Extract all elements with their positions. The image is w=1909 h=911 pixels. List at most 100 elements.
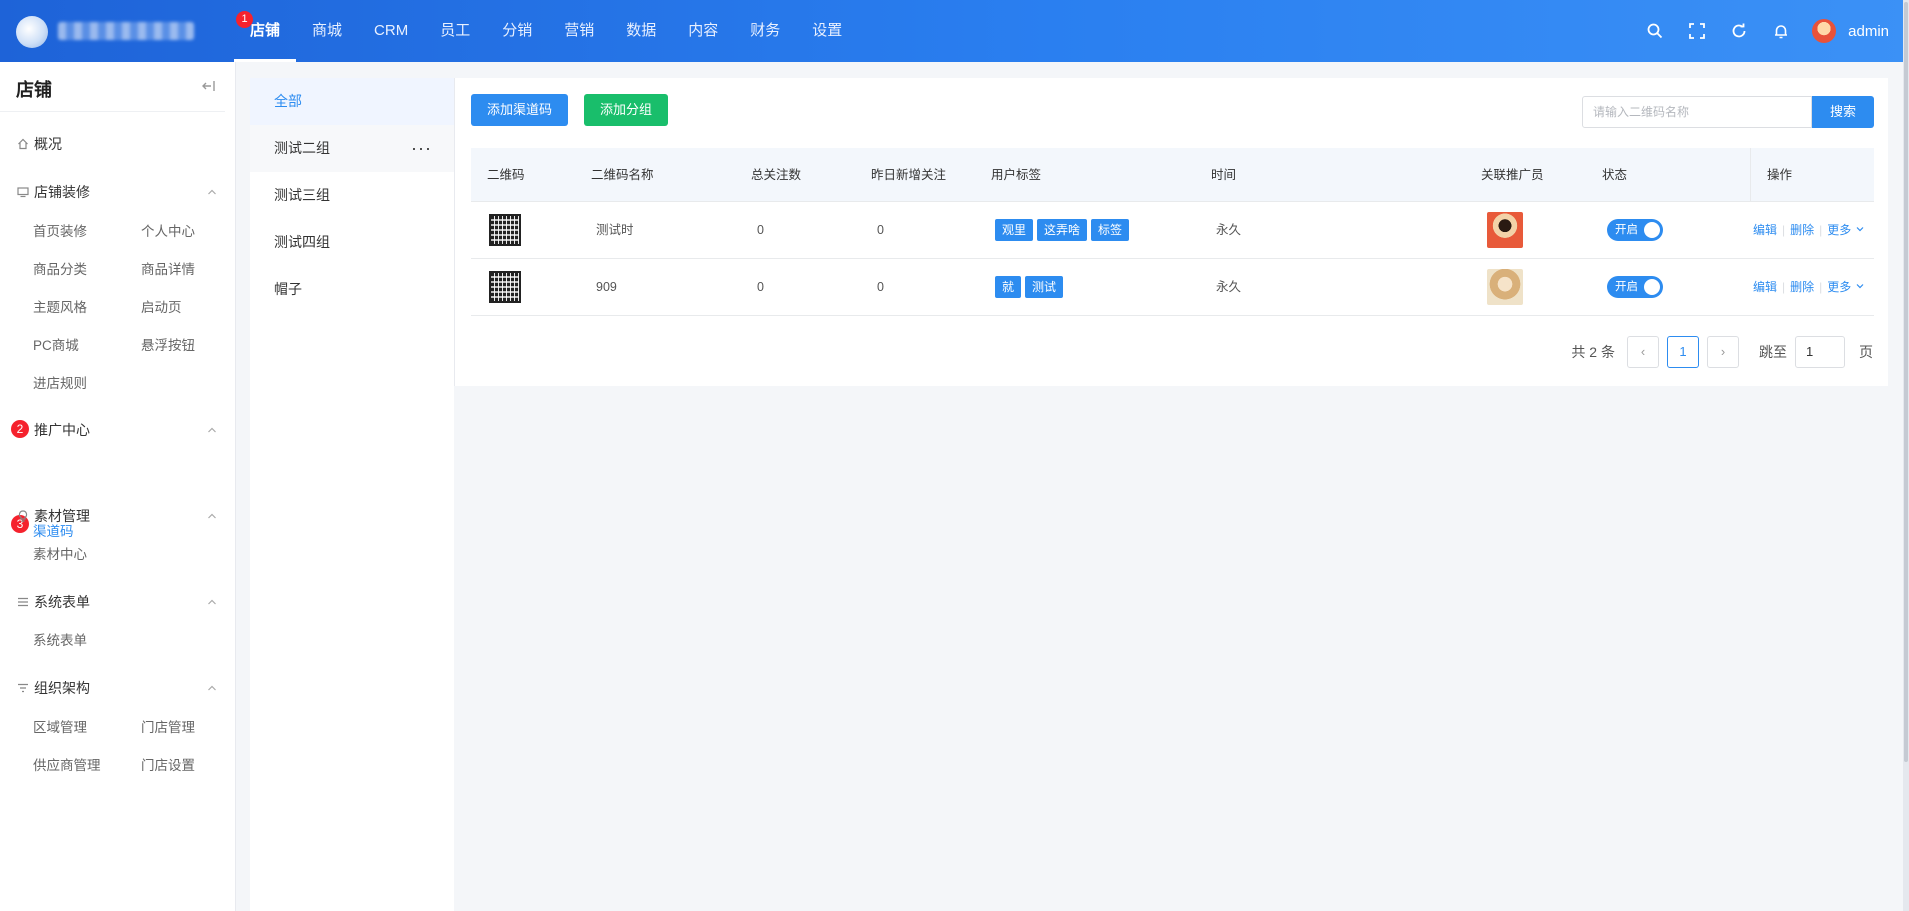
row-actions: 编辑 | 删除 | 更多 [1753, 202, 1865, 259]
sidebar-item-material-center[interactable]: 素材中心 [33, 543, 87, 563]
divider: | [1782, 280, 1786, 294]
search-icon[interactable] [1634, 0, 1676, 62]
user-avatar[interactable] [1812, 19, 1837, 43]
nav-item-mall[interactable]: 商城 [296, 0, 358, 62]
sidebar-group-decoration[interactable]: 店铺装修 [0, 180, 236, 204]
sidebar-item-store-settings[interactable]: 门店设置 [141, 754, 195, 774]
monitor-icon [17, 185, 29, 198]
nav-item-distribution[interactable]: 分销 [486, 0, 548, 62]
page-number-button[interactable]: 1 [1667, 336, 1699, 368]
nav-item-marketing[interactable]: 营销 [548, 0, 610, 62]
sidebar-item-theme[interactable]: 主题风格 [33, 296, 87, 316]
nav-item-crm[interactable]: CRM [358, 0, 424, 62]
nav-item-label: 财务 [750, 22, 781, 39]
fullscreen-icon[interactable] [1676, 0, 1718, 62]
sidebar-item-home-decoration[interactable]: 首页装修 [33, 220, 87, 240]
sidebar-item-supplier[interactable]: 供应商管理 [33, 754, 101, 774]
jump-page-input[interactable]: 1 [1795, 336, 1845, 368]
user-name[interactable]: admin [1848, 23, 1889, 40]
more-link[interactable]: 更多 [1827, 223, 1851, 237]
sidebar-item-region[interactable]: 区域管理 [33, 716, 87, 736]
channel-code-table: 二维码 二维码名称 总关注数 昨日新增关注 用户标签 时间 关联推广员 状态 操… [471, 148, 1874, 316]
prev-page-button[interactable]: ‹ [1627, 336, 1659, 368]
promoter-avatar[interactable] [1487, 212, 1523, 248]
status-toggle[interactable]: 开启 [1607, 219, 1663, 241]
sidebar-item-store-management[interactable]: 门店管理 [141, 716, 195, 736]
divider: | [1782, 223, 1786, 237]
edit-link[interactable]: 编辑 [1753, 280, 1777, 294]
cell-tags: 就 测试 [995, 276, 1064, 298]
col-header-qrcode: 二维码 [487, 168, 525, 182]
group-item[interactable]: 测试四组 [250, 219, 454, 266]
cell-name: 909 [596, 280, 617, 294]
logo[interactable] [16, 16, 48, 48]
group-item-label: 帽子 [274, 281, 302, 297]
col-header-tags: 用户标签 [991, 168, 1042, 182]
add-group-button[interactable]: 添加分组 [584, 94, 669, 126]
nav-item-label: 店铺 [250, 22, 281, 39]
collapse-sidebar-icon[interactable] [201, 78, 217, 94]
col-header-promoter: 关联推广员 [1481, 168, 1544, 182]
col-header-ops: 操作 [1767, 168, 1793, 182]
more-link[interactable]: 更多 [1827, 280, 1851, 294]
sidebar-item-pc-mall[interactable]: PC商城 [33, 334, 79, 354]
nav-item-shop[interactable]: 1 店铺 [234, 0, 297, 62]
sidebar-item-entry-rules[interactable]: 进店规则 [33, 372, 87, 392]
sidebar-item-float-button[interactable]: 悬浮按钮 [141, 334, 195, 354]
status-toggle[interactable]: 开启 [1607, 276, 1663, 298]
chevron-down-icon[interactable] [1855, 280, 1865, 294]
sidebar-group-system-form[interactable]: 系统表单 [0, 590, 236, 614]
add-channel-code-button[interactable]: 添加渠道码 [471, 94, 569, 126]
nav-item-content[interactable]: 内容 [672, 0, 734, 62]
topbar-actions: admin [1634, 0, 1909, 62]
chevron-up-icon [206, 509, 218, 521]
sidebar-item-personal-center[interactable]: 个人中心 [141, 220, 195, 240]
search-input[interactable]: 请输入二维码名称 [1582, 96, 1812, 128]
group-item-all[interactable]: 全部 [250, 78, 454, 125]
group-item[interactable]: 测试三组 [250, 172, 454, 219]
sidebar-group-organization[interactable]: 组织架构 [0, 676, 236, 700]
chevron-up-icon [206, 185, 218, 197]
nav-item-finance[interactable]: 财务 [734, 0, 796, 62]
promoter-avatar[interactable] [1487, 269, 1523, 305]
cell-tags: 观里 这弄啥 标签 [995, 219, 1130, 241]
nav-item-data[interactable]: 数据 [610, 0, 672, 62]
sidebar-item-label: 概况 [34, 136, 62, 152]
sidebar-item-splash[interactable]: 启动页 [141, 296, 182, 316]
more-dots-icon[interactable]: ··· [411, 125, 432, 172]
sidebar-group-title: 推广中心 [34, 422, 90, 438]
sidebar: 店铺 概况 店铺装修 首页装修 个人中心 商品分类 商品详情 主题风格 启动页 … [0, 62, 236, 911]
sidebar-item-system-form[interactable]: 系统表单 [33, 629, 87, 649]
sidebar-badge: 2 [11, 420, 29, 438]
group-item[interactable]: 测试二组 ··· [250, 125, 454, 172]
delete-link[interactable]: 删除 [1790, 223, 1814, 237]
chevron-up-icon [206, 423, 218, 435]
nav-item-settings[interactable]: 设置 [796, 0, 858, 62]
jump-label: 跳至 [1759, 344, 1787, 360]
user-tag: 就 [995, 276, 1022, 298]
qrcode-image[interactable] [489, 271, 521, 303]
qrcode-image[interactable] [489, 214, 521, 246]
sidebar-group-material[interactable]: 素材管理 [0, 504, 236, 528]
edit-link[interactable]: 编辑 [1753, 223, 1777, 237]
page-scrollbar[interactable] [1903, 0, 1909, 911]
top-navbar: 1 店铺 商城 CRM 员工 分销 营销 数据 内容 财务 设置 admin [0, 0, 1909, 62]
chevron-down-icon[interactable] [1855, 223, 1865, 237]
sidebar-item-product-category[interactable]: 商品分类 [33, 258, 87, 278]
nav-item-staff[interactable]: 员工 [424, 0, 486, 62]
group-item[interactable]: 帽子 [250, 266, 454, 313]
bell-icon[interactable] [1760, 0, 1802, 62]
search-button[interactable]: 搜索 [1812, 96, 1874, 128]
delete-link[interactable]: 删除 [1790, 280, 1814, 294]
nav-item-label: 内容 [688, 22, 719, 39]
cell-name: 测试时 [596, 223, 634, 237]
sidebar-item-overview[interactable]: 概况 [0, 132, 236, 156]
sidebar-group-promotion[interactable]: 2 推广中心 [0, 418, 236, 442]
user-tag: 观里 [995, 219, 1034, 241]
logo-text-blurred [58, 22, 194, 40]
sidebar-item-product-detail[interactable]: 商品详情 [141, 258, 195, 278]
next-page-button[interactable]: › [1707, 336, 1739, 368]
col-header-yesterday: 昨日新增关注 [871, 168, 947, 182]
sidebar-title: 店铺 [16, 80, 52, 100]
refresh-icon[interactable] [1718, 0, 1760, 62]
